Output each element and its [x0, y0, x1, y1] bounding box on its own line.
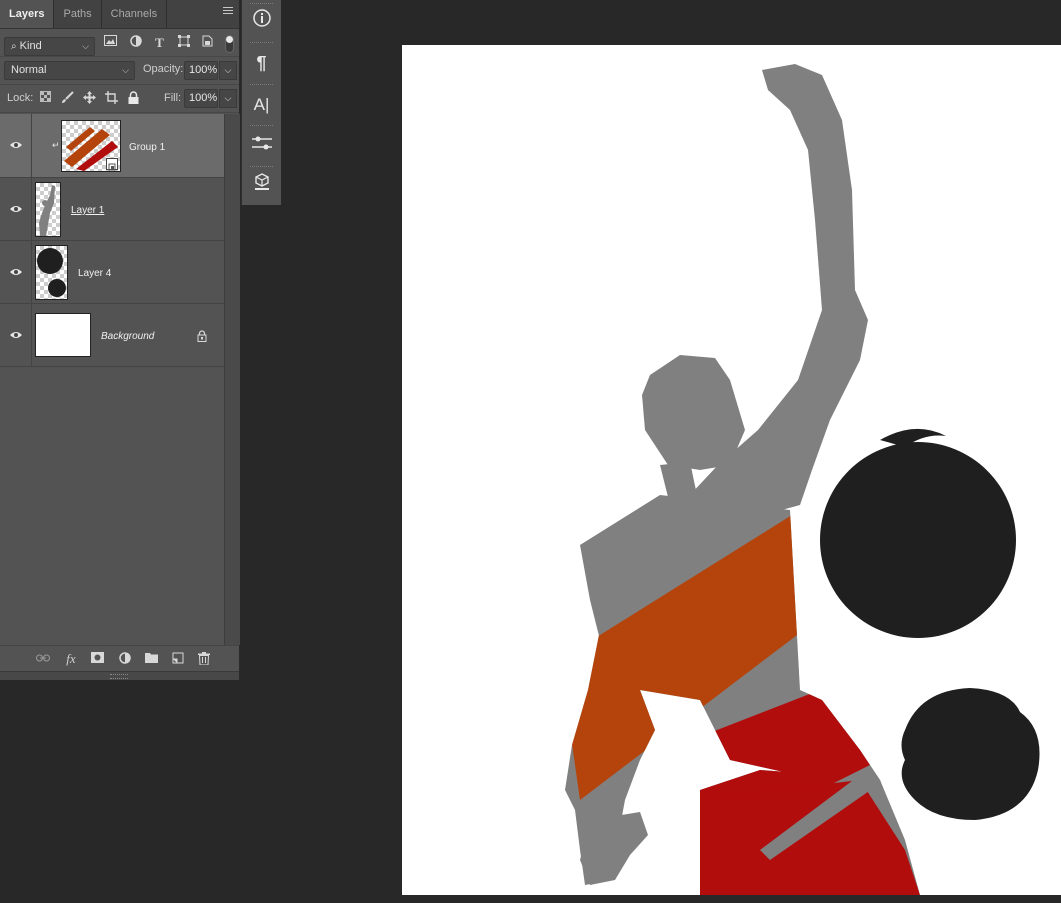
- filter-kind-dropdown[interactable]: ⌕ Kind ⌵: [4, 37, 95, 56]
- eye-visibility-icon[interactable]: [9, 138, 23, 152]
- layer-list: ↵ Group 1 Layer 1 Layer 4 Background: [0, 114, 224, 367]
- layer-row-group-1[interactable]: ↵ Group 1: [0, 114, 224, 178]
- paragraph-panel-icon[interactable]: ¶: [248, 50, 275, 77]
- opacity-value: 100%: [189, 64, 218, 76]
- eye-column-divider: [31, 114, 32, 177]
- tab-layers[interactable]: Layers: [0, 0, 55, 28]
- adjustment-filter-icon[interactable]: [128, 35, 143, 50]
- basketball-small: [901, 688, 1040, 820]
- info-panel-icon[interactable]: [248, 9, 275, 36]
- link-layers-icon[interactable]: [36, 652, 50, 666]
- brush-settings-icon[interactable]: [248, 133, 275, 160]
- fill-label: Fill:: [164, 92, 182, 104]
- lock-row: Lock: Fill: 100% ⌵: [0, 85, 239, 113]
- new-layer-icon[interactable]: [171, 652, 185, 666]
- lock-image-pixels-brush-icon[interactable]: [60, 91, 75, 106]
- 3d-panel-icon[interactable]: [248, 173, 275, 200]
- eye-visibility-icon[interactable]: [9, 328, 23, 342]
- layer-name: Layer 4: [78, 268, 112, 279]
- type-filter-icon[interactable]: T: [152, 35, 167, 50]
- panel-resize-handle[interactable]: [0, 671, 239, 680]
- lock-all-icon[interactable]: [126, 91, 141, 106]
- lock-label: Lock:: [7, 92, 34, 104]
- trash-delete-icon[interactable]: [197, 652, 211, 666]
- eye-column-divider: [31, 241, 32, 303]
- tab-channels[interactable]: Channels: [102, 0, 168, 28]
- smart-object-badge-icon: [106, 158, 118, 171]
- smart-object-filter-icon[interactable]: [200, 35, 215, 50]
- fill-input[interactable]: 100% ⌵: [184, 89, 237, 108]
- layer-name: Group 1: [129, 142, 166, 153]
- blend-mode-value: Normal: [11, 64, 47, 76]
- layer-row-layer-4[interactable]: Layer 4: [0, 241, 224, 304]
- toolbar-separator: [250, 125, 273, 128]
- add-mask-icon[interactable]: [90, 652, 104, 666]
- filter-row: ⌕ Kind ⌵ T: [0, 29, 239, 57]
- layers-panel: Layers Paths Channels ⌕ Kind ⌵ T Normal: [0, 0, 240, 680]
- opacity-input[interactable]: 100% ⌵: [184, 61, 237, 80]
- resize-grip: [110, 674, 128, 679]
- lock-artboard-icon[interactable]: [104, 91, 119, 106]
- hamburger-menu-icon[interactable]: [223, 7, 233, 17]
- opacity-label: Opacity:: [143, 63, 184, 75]
- eye-column-divider: [31, 178, 32, 240]
- eye-column-divider: [31, 304, 32, 366]
- layer-row-background[interactable]: Background: [0, 304, 224, 367]
- search-icon: ⌕: [11, 41, 17, 52]
- clipping-mask-arrow-icon: ↵: [52, 140, 60, 150]
- basketball-large: [820, 442, 1016, 638]
- lock-position-move-icon[interactable]: [82, 91, 97, 106]
- character-panel-icon[interactable]: A|: [248, 91, 275, 118]
- pixel-layer-filter-icon[interactable]: [103, 35, 118, 50]
- lock-icon[interactable]: [197, 330, 207, 342]
- toolbar-separator: [250, 84, 273, 87]
- lock-transparent-pixels-icon[interactable]: [38, 91, 53, 106]
- fx-layer-style-icon[interactable]: fx: [64, 652, 78, 666]
- fill-chevron-down-icon[interactable]: ⌵: [219, 89, 237, 108]
- toolbar-separator: [250, 42, 273, 45]
- tab-paths[interactable]: Paths: [54, 0, 102, 28]
- filter-toggle-switch[interactable]: [224, 35, 234, 53]
- filter-kind-label: Kind: [19, 40, 42, 52]
- layers-footer-toolbar: fx: [0, 645, 239, 672]
- eye-visibility-icon[interactable]: [9, 265, 23, 279]
- layer-name: Background: [101, 331, 155, 342]
- layer-thumbnail[interactable]: [35, 182, 61, 237]
- opacity-chevron-down-icon[interactable]: ⌵: [219, 61, 237, 80]
- fill-value: 100%: [189, 92, 218, 104]
- chevron-down-icon: ⌵: [82, 41, 89, 51]
- eye-visibility-icon[interactable]: [9, 202, 23, 216]
- document-canvas[interactable]: [402, 45, 1061, 895]
- toolbar-grip: [250, 3, 273, 6]
- blend-mode-dropdown[interactable]: Normal ⌵: [4, 61, 135, 80]
- layer-row-layer-1[interactable]: Layer 1: [0, 178, 224, 241]
- blend-row: Normal ⌵ Opacity: 100% ⌵: [0, 57, 239, 85]
- new-group-folder-icon[interactable]: [144, 652, 158, 666]
- new-adjustment-layer-icon[interactable]: [118, 652, 132, 666]
- layers-scrollbar[interactable]: [224, 114, 240, 645]
- toolbar-separator: [250, 166, 273, 169]
- chevron-down-icon: ⌵: [122, 65, 129, 75]
- shape-filter-icon[interactable]: [176, 35, 191, 50]
- canvas-artwork: [565, 64, 1040, 895]
- collapsed-panels-toolbar: ¶ A|: [241, 0, 281, 205]
- layer-thumbnail[interactable]: [35, 245, 68, 300]
- layer-name: Layer 1: [71, 205, 105, 216]
- panel-tab-bar: Layers Paths Channels: [0, 0, 239, 29]
- layer-thumbnail[interactable]: [35, 313, 91, 357]
